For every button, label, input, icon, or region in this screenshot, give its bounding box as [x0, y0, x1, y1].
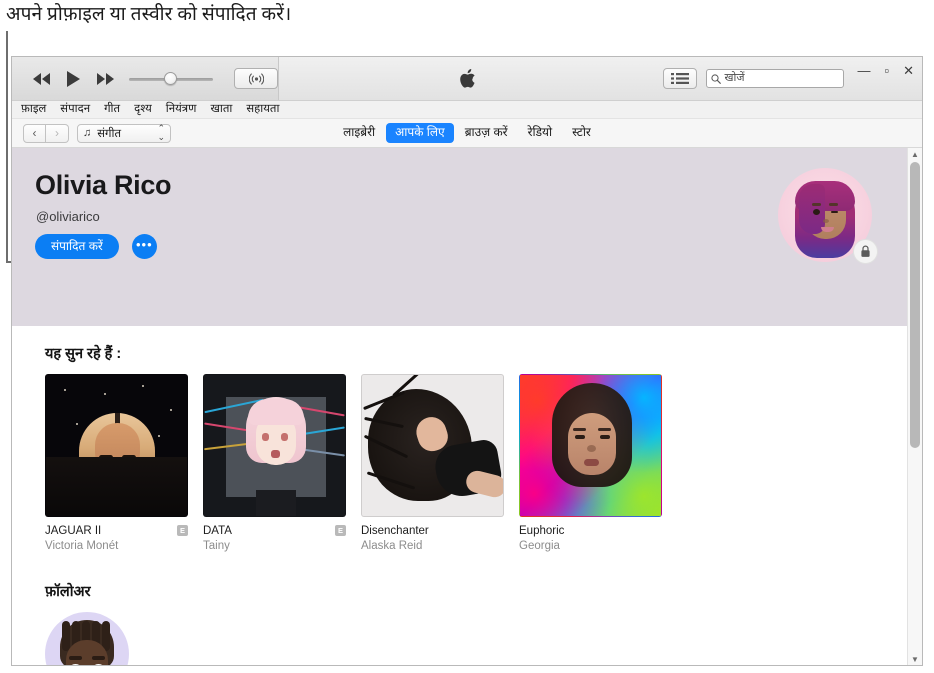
album-title: JAGUAR II: [45, 525, 102, 537]
tab-browse[interactable]: ब्राउज़ करें: [456, 123, 517, 142]
source-select-label: संगीत: [97, 127, 122, 140]
memoji-brow-left: [812, 203, 821, 206]
nav-left-group: ‹ › ♫ संगीत ⌃ ⌄: [23, 123, 171, 143]
screenshot-root: अपने प्रोफ़ाइल या तस्वीर को संपादित करें…: [0, 0, 934, 673]
profile-handle: @oliviarico: [36, 209, 100, 224]
album-artwork[interactable]: [519, 374, 662, 517]
album-title: DATA: [203, 525, 232, 537]
followers-title: फ़ॉलोअर: [45, 583, 91, 600]
apple-logo-icon: [459, 69, 475, 88]
search-placeholder: खोजें: [724, 72, 745, 84]
playback-controls-panel: [12, 57, 279, 100]
explicit-badge: E: [335, 525, 346, 536]
content-area: Olivia Rico @oliviarico संपादित करें •••: [12, 148, 922, 665]
tab-library[interactable]: लाइब्रेरी: [334, 123, 384, 142]
search-field[interactable]: खोजें: [706, 69, 845, 88]
memoji-eye-left: [813, 209, 820, 215]
music-note-icon: ♫: [83, 127, 92, 139]
album-artwork[interactable]: [203, 374, 346, 517]
album-meta: DATA Tainy E: [203, 524, 346, 554]
source-select[interactable]: ♫ संगीत ⌃ ⌄: [77, 123, 171, 143]
window-controls: — ▫ ✕: [857, 64, 914, 77]
scrollbar-up-arrow[interactable]: ▲: [908, 148, 922, 161]
list-item[interactable]: Euphoric Georgia: [519, 374, 662, 554]
menu-item-song[interactable]: गीत: [97, 103, 127, 116]
volume-knob[interactable]: [164, 71, 177, 85]
chevron-updown-icon: ⌃ ⌄: [157, 123, 165, 142]
memoji-eye-right-wink: [831, 211, 838, 213]
menu-bar: फ़ाइल संपादन गीत दृश्य नियंत्रण खाता सहा…: [12, 101, 922, 119]
memoji-brow-right: [829, 203, 838, 206]
close-button[interactable]: ✕: [903, 64, 914, 77]
list-item[interactable]: Disenchanter Alaska Reid: [361, 374, 504, 554]
lock-icon: [853, 239, 878, 264]
titlebar-right-controls: खोजें — ▫ ✕: [663, 57, 914, 100]
menu-item-help[interactable]: सहायता: [239, 103, 286, 116]
transport-controls: [32, 70, 115, 87]
follower-brow-right: [92, 655, 105, 660]
more-options-button[interactable]: •••: [131, 234, 157, 260]
list-view-button[interactable]: [663, 68, 698, 89]
tab-store[interactable]: स्टोर: [563, 123, 600, 142]
menu-item-controls[interactable]: नियंत्रण: [159, 103, 204, 116]
minimize-button[interactable]: —: [857, 64, 870, 77]
forward-button[interactable]: ›: [46, 123, 69, 143]
list-item[interactable]: DATA Tainy E: [203, 374, 346, 554]
profile-actions: संपादित करें •••: [35, 234, 157, 260]
menu-item-view[interactable]: दृश्य: [127, 103, 159, 116]
menu-item-file[interactable]: फ़ाइल: [14, 103, 53, 116]
tab-for-you[interactable]: आपके लिए: [386, 123, 454, 143]
album-artist: Tainy: [203, 540, 230, 553]
back-button[interactable]: ‹: [23, 123, 46, 143]
navigation-bar: ‹ › ♫ संगीत ⌃ ⌄ लाइब्रेरी आपके लिए ब्राउज…: [12, 119, 922, 148]
fast-forward-icon[interactable]: [96, 70, 115, 87]
search-icon: [711, 73, 722, 84]
album-artwork[interactable]: [361, 374, 504, 517]
scrollbar-thumb[interactable]: [910, 162, 920, 448]
album-title: Disenchanter: [361, 525, 429, 537]
scrollbar-down-arrow[interactable]: ▼: [908, 653, 922, 665]
list-icon: [671, 73, 690, 84]
airplay-button[interactable]: [234, 68, 278, 89]
follower-loc-1: [62, 620, 70, 651]
profile-header: Olivia Rico @oliviarico संपादित करें •••: [12, 148, 922, 326]
listening-to-section: यह सुन रहे हैं : JAGUAR II Victoria Moné…: [12, 343, 922, 665]
rewind-icon[interactable]: [32, 70, 51, 87]
scrollbar[interactable]: ▲ ▼: [907, 148, 922, 665]
album-grid: JAGUAR II Victoria Monét E DATA Tainy E …: [45, 374, 922, 554]
album-artist: Georgia: [519, 540, 560, 553]
maximize-button[interactable]: ▫: [884, 64, 889, 77]
album-artist: Alaska Reid: [361, 540, 423, 553]
album-artist: Victoria Monét: [45, 540, 119, 553]
callout-annotation-text: अपने प्रोफ़ाइल या तस्वीर को संपादित करें…: [6, 4, 292, 25]
history-buttons: ‹ ›: [23, 123, 69, 143]
listening-to-title: यह सुन रहे हैं :: [45, 346, 122, 362]
volume-slider[interactable]: [129, 71, 213, 87]
list-item[interactable]: JAGUAR II Victoria Monét E: [45, 374, 188, 554]
album-meta: JAGUAR II Victoria Monét E: [45, 524, 188, 554]
menu-item-edit[interactable]: संपादन: [53, 103, 97, 116]
follower-brow-left: [69, 655, 82, 660]
window-titlebar: खोजें — ▫ ✕: [12, 57, 922, 101]
menu-item-account[interactable]: खाता: [203, 103, 239, 116]
follower-avatar-memoji[interactable]: [45, 611, 129, 665]
itunes-window: खोजें — ▫ ✕ फ़ाइल संपादन गीत दृश्य नियंत…: [11, 56, 923, 666]
album-meta: Disenchanter Alaska Reid: [361, 524, 504, 554]
album-artwork[interactable]: [45, 374, 188, 517]
edit-profile-button[interactable]: संपादित करें: [35, 234, 119, 260]
tab-radio[interactable]: रेडियो: [519, 123, 562, 142]
album-title: Euphoric: [519, 525, 565, 537]
play-icon[interactable]: [64, 70, 83, 87]
explicit-badge: E: [177, 525, 188, 536]
page-title: Olivia Rico: [35, 170, 172, 200]
callout-line-vertical: [6, 31, 8, 263]
album-meta: Euphoric Georgia: [519, 524, 662, 554]
avatar[interactable]: [778, 168, 878, 264]
memoji-nose: [823, 219, 829, 223]
